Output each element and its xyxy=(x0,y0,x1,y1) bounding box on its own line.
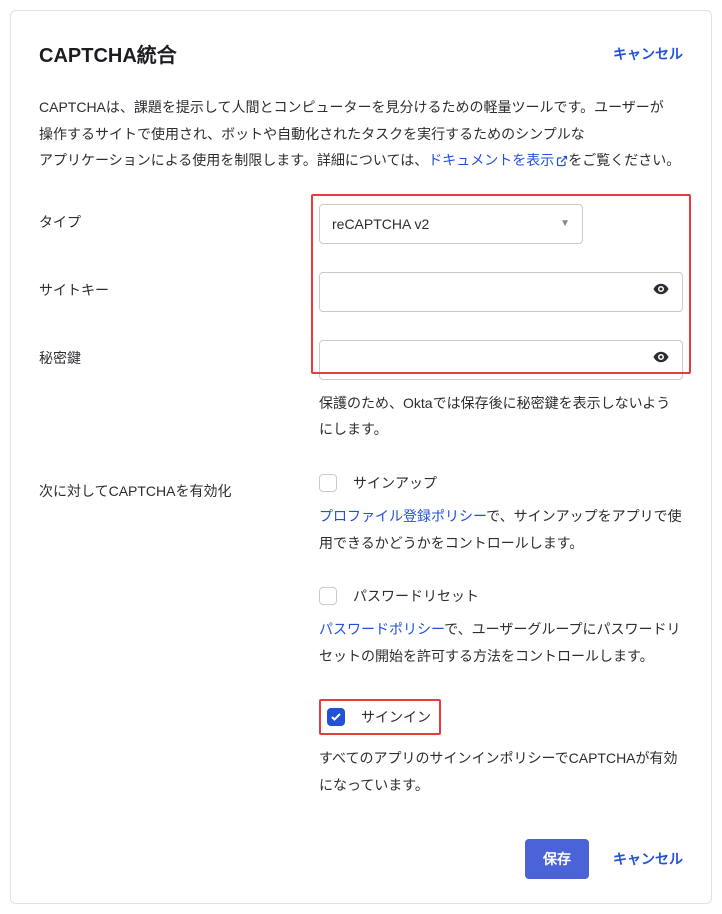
description-line2: 操作するサイトで使用され、ボットや自動化されたタスクを実行するためのシンプルな xyxy=(39,126,585,142)
profile-policy-link[interactable]: プロファイル登録ポリシー xyxy=(319,508,486,524)
site-key-input[interactable] xyxy=(332,284,652,300)
signin-section: サインイン すべてのアプリのサインインポリシーでCAPTCHAが有効になっていま… xyxy=(319,699,683,798)
pwreset-section: パスワードリセット パスワードポリシーで、ユーザーグループにパスワードリセットの… xyxy=(319,586,683,669)
footer: 保存 キャンセル xyxy=(39,839,683,879)
description-line3a: アプリケーションによる使用を制限します。詳細については、 xyxy=(39,152,428,168)
site-key-label: サイトキー xyxy=(39,272,319,300)
signup-checkbox[interactable] xyxy=(319,474,337,492)
type-select[interactable]: reCAPTCHA v2 ▼ xyxy=(319,204,583,244)
signup-checkbox-row: サインアップ xyxy=(319,473,683,493)
type-row: タイプ reCAPTCHA v2 ▼ xyxy=(39,204,683,244)
header-cancel-link[interactable]: キャンセル xyxy=(613,44,683,64)
type-select-value: reCAPTCHA v2 xyxy=(332,216,560,232)
signup-label: サインアップ xyxy=(353,473,437,493)
password-policy-link[interactable]: パスワードポリシー xyxy=(319,621,444,637)
secret-key-row: 秘密鍵 保護のため、Oktaでは保存後に秘密鍵を表示しないようにします。 xyxy=(39,340,683,443)
captcha-settings-panel: CAPTCHA統合 キャンセル CAPTCHAは、課題を提示して人間とコンピュー… xyxy=(10,10,712,904)
pwreset-checkbox[interactable] xyxy=(319,587,337,605)
enable-row: 次に対してCAPTCHAを有効化 サインアップ プロファイル登録ポリシーで、サイ… xyxy=(39,473,683,799)
docs-link[interactable]: ドキュメントを表示 xyxy=(428,152,568,168)
description-line3b: をご覧ください。 xyxy=(568,152,680,168)
external-link-icon xyxy=(556,155,568,167)
chevron-down-icon: ▼ xyxy=(560,218,570,229)
secret-key-helper: 保護のため、Oktaでは保存後に秘密鍵を表示しないようにします。 xyxy=(319,390,683,443)
secret-key-label: 秘密鍵 xyxy=(39,340,319,368)
pwreset-checkbox-row: パスワードリセット xyxy=(319,586,683,606)
signup-section: サインアップ プロファイル登録ポリシーで、サインアップをアプリで使用できるかどう… xyxy=(319,473,683,556)
signup-helper: プロファイル登録ポリシーで、サインアップをアプリで使用できるかどうかをコントロー… xyxy=(319,503,683,556)
description-line1: CAPTCHAは、課題を提示して人間とコンピューターを見分けるための軽量ツールで… xyxy=(39,99,664,115)
page-title: CAPTCHA統合 xyxy=(39,39,177,68)
pwreset-label: パスワードリセット xyxy=(353,586,479,606)
description-text: CAPTCHAは、課題を提示して人間とコンピューターを見分けるための軽量ツールで… xyxy=(39,94,683,174)
footer-cancel-link[interactable]: キャンセル xyxy=(613,849,683,869)
site-key-row: サイトキー xyxy=(39,272,683,312)
site-key-input-wrap xyxy=(319,272,683,312)
enable-label: 次に対してCAPTCHAを有効化 xyxy=(39,473,319,501)
signin-checkbox[interactable] xyxy=(327,708,345,726)
highlight-box-signin: サインイン xyxy=(319,699,441,735)
signin-label: サインイン xyxy=(361,707,431,727)
save-button[interactable]: 保存 xyxy=(525,839,589,879)
secret-key-input-wrap xyxy=(319,340,683,380)
pwreset-helper: パスワードポリシーで、ユーザーグループにパスワードリセットの開始を許可する方法を… xyxy=(319,616,683,669)
secret-key-input[interactable] xyxy=(332,352,652,368)
panel-header: CAPTCHA統合 キャンセル xyxy=(39,39,683,68)
signin-helper: すべてのアプリのサインインポリシーでCAPTCHAが有効になっています。 xyxy=(319,745,683,798)
eye-icon[interactable] xyxy=(652,348,670,371)
eye-icon[interactable] xyxy=(652,280,670,303)
type-label: タイプ xyxy=(39,204,319,232)
